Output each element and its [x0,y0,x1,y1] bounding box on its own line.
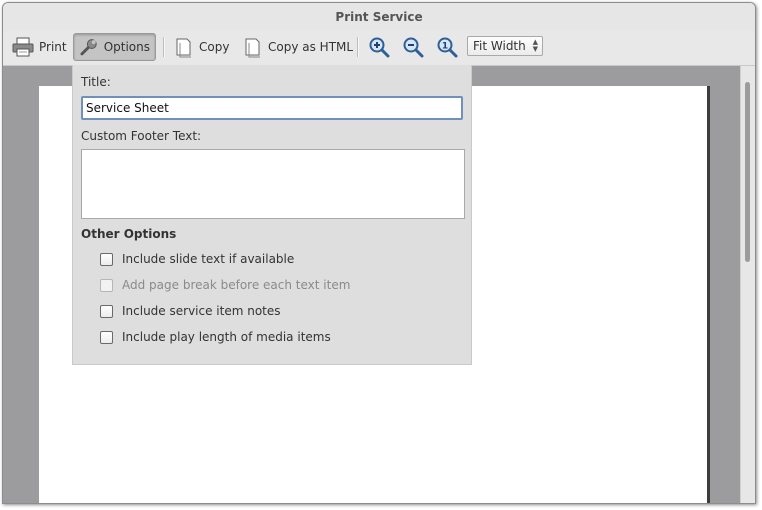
copy-icon [176,38,191,58]
other-options-heading: Other Options [81,227,177,241]
svg-text:1: 1 [442,42,448,52]
checkbox-label: Include service item notes [122,304,281,318]
include-slide-text-checkbox[interactable]: Include slide text if available [100,252,294,266]
options-button-label: Options [103,40,150,54]
print-service-window: Print Service Print Options Copy Copy as… [2,2,756,504]
zoom-original-icon: 1 [437,37,458,58]
toolbar-separator [163,37,165,57]
checkbox-label: Include play length of media items [122,330,331,344]
custom-footer-label: Custom Footer Text: [81,129,202,143]
zoom-out-icon [403,37,424,58]
include-notes-checkbox[interactable]: Include service item notes [100,304,281,318]
zoom-select-value: Fit Width [473,39,526,53]
copy-button[interactable]: Copy [169,33,234,61]
zoom-select[interactable]: Fit Width ▲ ▼ [467,36,543,56]
zoom-out-button[interactable] [401,35,425,59]
toolbar-separator [357,37,359,57]
options-button[interactable]: Options [73,33,156,61]
spin-arrows-icon: ▲ ▼ [532,38,538,53]
zoom-in-icon [369,37,390,58]
title-label: Title: [81,75,111,89]
custom-footer-textarea[interactable] [81,149,465,219]
copy-html-icon [245,38,260,58]
window-title: Print Service [3,3,755,31]
checkbox-box[interactable] [100,252,113,266]
checkbox-label: Add page break before each text item [122,278,351,292]
vertical-scrollbar[interactable] [740,66,755,503]
options-panel: Title: Custom Footer Text: Other Options… [72,65,472,365]
scrollbar-thumb[interactable] [745,82,750,262]
printer-icon [12,37,34,57]
print-button-label: Print [39,40,67,54]
copy-as-html-button[interactable]: Copy as HTML [238,33,358,61]
print-button[interactable]: Print [7,33,72,61]
include-play-length-checkbox[interactable]: Include play length of media items [100,330,331,344]
wrench-icon [80,39,97,56]
checkbox-box[interactable] [100,330,113,344]
title-input[interactable] [81,96,463,120]
checkbox-label: Include slide text if available [122,252,295,266]
copy-button-label: Copy [199,40,230,54]
zoom-original-button[interactable]: 1 [435,35,459,59]
copy-as-html-label: Copy as HTML [268,40,354,54]
zoom-in-button[interactable] [367,35,391,59]
page-break-checkbox: Add page break before each text item [100,278,350,292]
toolbar: Print Options Copy Copy as HTML 1 Fit Wi… [3,31,755,66]
checkbox-box [100,278,113,292]
checkbox-box[interactable] [100,304,113,318]
